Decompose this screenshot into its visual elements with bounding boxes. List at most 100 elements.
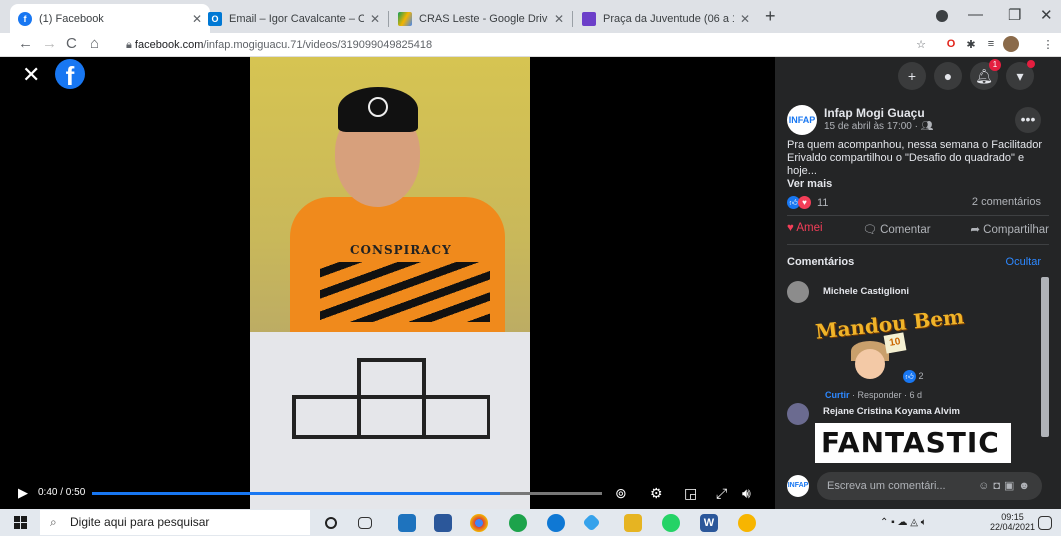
video-progress-fill bbox=[92, 492, 500, 495]
video-controls: ▶ 0:40 / 0:50 ⊚ ⚙ ◲ ⤢ 🔊︎ bbox=[0, 480, 775, 508]
cortana-icon[interactable] bbox=[325, 517, 337, 529]
sticker-score-sign: 10 bbox=[883, 332, 907, 354]
file-explorer-icon[interactable] bbox=[624, 514, 642, 532]
play-icon[interactable]: ▶ bbox=[18, 485, 28, 501]
sticker-icon[interactable]: ☻ bbox=[1018, 480, 1034, 492]
see-more-link[interactable]: Ver mais bbox=[787, 178, 832, 190]
commenter-name[interactable]: Michele Castiglioni bbox=[823, 286, 909, 297]
sticker-avatar-face bbox=[855, 349, 885, 379]
settings-gear-icon[interactable]: ⚙ bbox=[650, 485, 663, 502]
browser-menu-icon[interactable]: ⋮ bbox=[1040, 36, 1056, 52]
google-drive-favicon-icon bbox=[398, 11, 412, 26]
store-icon[interactable] bbox=[434, 514, 452, 532]
close-tab-icon[interactable]: ✕ bbox=[740, 12, 750, 26]
window-close-icon[interactable]: ✕ bbox=[1040, 6, 1053, 24]
profile-avatar-icon[interactable] bbox=[1003, 36, 1019, 52]
miniplayer-icon[interactable]: ◲ bbox=[684, 485, 697, 502]
my-avatar[interactable]: INFAP bbox=[787, 475, 809, 497]
post-side-panel: + ● 🔔︎ 1 ▾ INFAP Infap Mogi Guaçu 15 de … bbox=[775, 57, 1061, 509]
page-avatar[interactable]: INFAP bbox=[787, 105, 817, 135]
taskbar-search-placeholder: Digite aqui para pesquisar bbox=[70, 515, 210, 529]
restore-icon[interactable]: ❐ bbox=[1008, 6, 1021, 24]
url-input[interactable]: 🔒︎ facebook.com/infap.mogiguacu.71/video… bbox=[118, 36, 898, 54]
post-options-icon[interactable]: ••• bbox=[1015, 107, 1041, 133]
commenter-name[interactable]: Rejane Cristina Koyama Alvim bbox=[823, 406, 960, 417]
comments-count-link[interactable]: 2 comentários bbox=[972, 196, 1041, 208]
avatar[interactable] bbox=[787, 403, 809, 425]
system-tray[interactable]: ⌃ ▪ ☁ ◬ 🔈︎ bbox=[880, 517, 927, 528]
shirt-print-text: CONSPIRACY bbox=[350, 243, 452, 257]
notification-center-icon[interactable] bbox=[1038, 516, 1052, 530]
notification-count-badge: 1 bbox=[989, 59, 1001, 71]
write-comment-placeholder: Escreva um comentári... bbox=[827, 480, 946, 492]
volume-icon[interactable]: 🔊︎ bbox=[742, 485, 751, 502]
edge-icon[interactable] bbox=[547, 514, 565, 532]
whatsapp-icon[interactable] bbox=[662, 514, 680, 532]
home-icon[interactable]: ⌂ bbox=[90, 35, 99, 52]
reading-list-icon[interactable]: ≡ bbox=[983, 36, 999, 52]
page-name-link[interactable]: Infap Mogi Guaçu bbox=[824, 106, 925, 120]
post-date[interactable]: 15 de abril às 17:00 · 👥︎ bbox=[824, 121, 933, 132]
loved-button[interactable]: ♥ Amei bbox=[787, 222, 823, 236]
chrome-profile-icon[interactable] bbox=[738, 514, 756, 532]
reload-icon[interactable]: C bbox=[66, 35, 77, 52]
close-video-icon[interactable]: ✕ bbox=[22, 62, 40, 88]
comment-button[interactable]: 🗨︎ Comentar bbox=[862, 222, 930, 236]
close-tab-icon[interactable]: ✕ bbox=[370, 12, 380, 26]
green-app-icon[interactable] bbox=[509, 514, 527, 532]
divider bbox=[787, 215, 1049, 216]
forward-icon[interactable]: → bbox=[42, 35, 57, 52]
emoji-icon[interactable]: ☺ bbox=[978, 480, 993, 492]
camera-icon[interactable]: ◘ bbox=[993, 480, 1004, 492]
extensions-puzzle-icon[interactable]: ✱ bbox=[963, 36, 979, 52]
comment-like-count[interactable]: 👍︎ 2 bbox=[903, 370, 924, 383]
captions-icon[interactable]: ⊚ bbox=[615, 485, 627, 502]
profile-icon[interactable] bbox=[936, 10, 948, 22]
chrome-taskbar-icon[interactable] bbox=[470, 514, 488, 532]
audience-friends-icon: 👥︎ bbox=[920, 121, 934, 132]
taskbar-search-input[interactable]: ⌕ Digite aqui para pesquisar bbox=[40, 510, 310, 535]
comment-like-link[interactable]: Curtir bbox=[825, 390, 850, 400]
tab-google-drive[interactable]: CRAS Leste - Google Drive ✕ bbox=[390, 4, 572, 33]
comment-actions: Curtir · Responder · 6 d bbox=[825, 390, 923, 400]
cap-logo-icon bbox=[368, 97, 388, 117]
hide-comments-link[interactable]: Ocultar bbox=[1006, 256, 1041, 268]
fullscreen-icon[interactable]: ⤢ bbox=[716, 485, 727, 502]
write-comment-input[interactable]: Escreva um comentári... ☺◘▣☻ bbox=[817, 472, 1042, 500]
mail-icon[interactable] bbox=[398, 514, 416, 532]
opera-extension-icon[interactable]: O bbox=[943, 36, 959, 52]
back-icon[interactable]: ← bbox=[18, 35, 33, 52]
tab-title: Praça da Juventude (06 a 15 anos bbox=[603, 12, 734, 25]
video-progress-bar[interactable] bbox=[92, 492, 602, 495]
share-button[interactable]: ➦ Compartilhar bbox=[970, 222, 1049, 236]
avatar[interactable] bbox=[787, 281, 809, 303]
tab-separator bbox=[572, 11, 573, 27]
video-frame: CONSPIRACY bbox=[250, 57, 530, 509]
tab-separator bbox=[388, 11, 389, 27]
taskbar-clock[interactable]: 09:15 22/04/2021 bbox=[990, 512, 1035, 532]
tab-facebook[interactable]: f (1) Facebook ✕ bbox=[10, 4, 210, 33]
app-diamond-icon[interactable] bbox=[582, 513, 601, 532]
windows-taskbar: ⌕ Digite aqui para pesquisar W ⌃ ▪ ☁ ◬ 🔈… bbox=[0, 509, 1061, 536]
forms-favicon-icon bbox=[582, 11, 596, 26]
tab-praca-juventude[interactable]: Praça da Juventude (06 a 15 anos ✕ bbox=[574, 4, 758, 33]
new-tab-button[interactable]: + bbox=[765, 6, 776, 27]
messenger-icon[interactable]: ● bbox=[934, 62, 962, 90]
comment-reply-link[interactable]: Responder bbox=[858, 390, 902, 400]
bookmark-star-icon[interactable]: ☆ bbox=[913, 36, 929, 52]
windows-start-icon[interactable] bbox=[14, 516, 27, 529]
gif-icon[interactable]: ▣ bbox=[1004, 480, 1018, 492]
share-label: Compartilhar bbox=[983, 224, 1049, 236]
task-view-icon[interactable] bbox=[358, 517, 372, 529]
close-tab-icon[interactable]: ✕ bbox=[554, 12, 564, 26]
minimize-icon[interactable]: — bbox=[968, 6, 983, 23]
comments-scrollbar[interactable] bbox=[1041, 277, 1049, 437]
facebook-favicon-icon: f bbox=[18, 11, 32, 26]
word-icon[interactable]: W bbox=[700, 514, 718, 532]
reactions-summary[interactable]: 👍︎ ♥ 11 bbox=[787, 196, 828, 209]
facebook-logo-icon[interactable]: f bbox=[55, 59, 85, 89]
tab-outlook[interactable]: O Email – Igor Cavalcante – Outloo ✕ bbox=[200, 4, 388, 33]
video-player[interactable]: CONSPIRACY bbox=[0, 57, 775, 509]
comment-age: 6 d bbox=[909, 390, 923, 400]
create-plus-icon[interactable]: + bbox=[898, 62, 926, 90]
